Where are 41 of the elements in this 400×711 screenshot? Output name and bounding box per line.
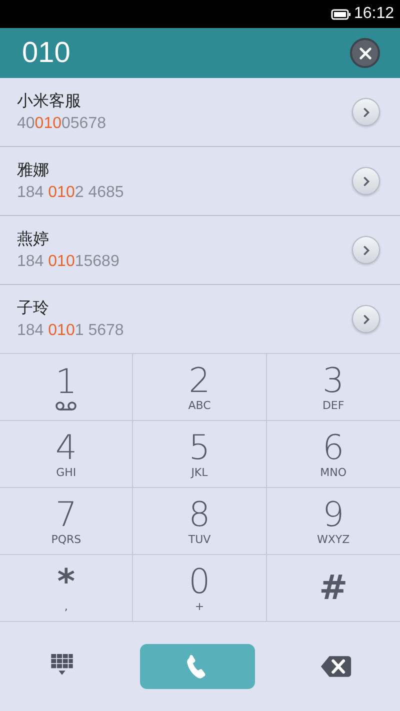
phone-number: 184 01015689	[17, 253, 120, 271]
details-button[interactable]	[352, 305, 380, 333]
dialed-number[interactable]: 010	[22, 36, 70, 70]
backspace-button[interactable]	[320, 655, 352, 678]
contact-row[interactable]: 子玲 184 0101 5678	[0, 285, 400, 353]
contact-name: 子玲	[17, 298, 50, 319]
details-button[interactable]	[352, 98, 380, 126]
dial-key[interactable]: 2 ABC	[133, 354, 267, 421]
dial-key[interactable]: 8 TUV	[133, 488, 267, 555]
details-button[interactable]	[352, 236, 380, 264]
chevron-right-icon	[362, 106, 370, 118]
dial-key[interactable]: 7 PQRS	[0, 488, 134, 555]
contact-name: 小米客服	[17, 91, 82, 112]
phone-number: 4001005678	[17, 115, 106, 133]
contact-row[interactable]: 燕婷 184 01015689	[0, 216, 400, 285]
dial-key[interactable]: #	[266, 555, 400, 622]
contact-name: 雅娜	[17, 160, 50, 181]
dial-key[interactable]: 3 DEF	[266, 354, 400, 421]
voicemail-icon	[55, 400, 78, 410]
chevron-right-icon	[362, 176, 370, 186]
chevron-right-icon	[362, 244, 370, 256]
details-button[interactable]	[352, 167, 380, 195]
dial-key[interactable]: 0 +	[133, 555, 267, 622]
dial-key[interactable]: 9 WXYZ	[266, 488, 400, 555]
chevron-right-icon	[362, 314, 370, 324]
close-icon	[358, 46, 372, 60]
dial-key[interactable]: 1	[0, 354, 134, 421]
phone-number: 184 0102 4685	[17, 184, 124, 202]
status-time: 16:12	[354, 5, 394, 23]
backspace-icon	[320, 655, 352, 678]
dial-key[interactable]: 6 MNO	[266, 421, 400, 488]
dial-key[interactable]: 4 GHI	[0, 421, 134, 488]
dial-key[interactable]: * ,	[0, 555, 134, 622]
phone-number: 184 0101 5678	[17, 322, 124, 340]
contact-name: 燕婷	[17, 229, 50, 250]
call-button[interactable]	[140, 644, 254, 689]
battery-icon	[330, 8, 351, 20]
clear-button[interactable]	[350, 38, 380, 68]
contact-row[interactable]: 雅娜 184 0102 4685	[0, 147, 400, 216]
dial-key[interactable]: 5 JKL	[133, 421, 267, 488]
contact-row[interactable]: 小米客服 4001005678	[0, 78, 400, 147]
